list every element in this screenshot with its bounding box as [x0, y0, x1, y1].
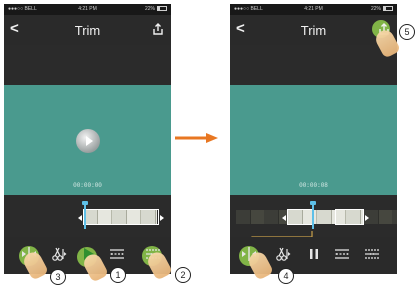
callout-2: 2 [175, 267, 191, 283]
trim-timeline[interactable] [4, 195, 171, 237]
transition-arrow-icon [175, 133, 218, 143]
trim-timeline[interactable] [230, 195, 397, 245]
video-preview[interactable]: 00:00:00 [4, 85, 171, 195]
play-overlay-icon[interactable] [76, 129, 100, 153]
trim-start-handle[interactable] [78, 215, 82, 221]
battery-icon [157, 6, 167, 12]
status-bar: ●●●○○ BELL 4:21 PM 22% [230, 4, 397, 15]
share-icon[interactable] [151, 22, 165, 36]
battery-icon [383, 6, 393, 12]
callout-1: 1 [110, 267, 126, 283]
top-letterbox [230, 45, 397, 85]
clip-thumbnails-before [236, 210, 288, 224]
timecode-label: 00:00:00 [73, 182, 102, 189]
trim-selection-first[interactable] [282, 209, 314, 225]
phone-screen-left: ●●●○○ BELL 4:21 PM 22% < Trim 00:00:00 [4, 4, 171, 274]
trim-end-handle[interactable] [160, 215, 164, 221]
callout-5: 5 [399, 24, 415, 40]
scissors-icon[interactable] [50, 245, 68, 263]
merge-icon[interactable] [363, 245, 381, 263]
scissors-icon[interactable] [274, 245, 292, 263]
nav-bar: < Trim [230, 15, 397, 45]
battery-percent: 22% [144, 6, 155, 12]
spread-icon[interactable] [108, 245, 126, 263]
top-letterbox [4, 45, 171, 85]
battery-percent: 22% [370, 6, 381, 12]
playhead-cursor[interactable] [82, 201, 88, 229]
battery-indicator: 22% [371, 4, 393, 15]
phone-screen-right: ●●●○○ BELL 4:21 PM 22% < Trim 00:00:08 [230, 4, 397, 274]
nav-bar: < Trim [4, 15, 171, 45]
callout-3: 3 [50, 269, 66, 285]
pause-icon[interactable] [305, 245, 323, 263]
page-title: Trim [74, 23, 101, 38]
trim-start-handle[interactable] [282, 215, 286, 221]
status-bar: ●●●○○ BELL 4:21 PM 22% [4, 4, 171, 15]
timecode-label: 00:00:08 [299, 182, 328, 189]
battery-indicator: 22% [145, 4, 167, 15]
trim-end-handle[interactable] [365, 215, 369, 221]
trim-selection[interactable] [78, 209, 164, 225]
video-preview[interactable]: 00:00:08 [230, 85, 397, 195]
spread-icon[interactable] [333, 245, 351, 263]
callout-4: 4 [278, 268, 294, 284]
playhead-cursor[interactable] [310, 201, 316, 229]
trim-selection-second[interactable] [335, 209, 369, 225]
